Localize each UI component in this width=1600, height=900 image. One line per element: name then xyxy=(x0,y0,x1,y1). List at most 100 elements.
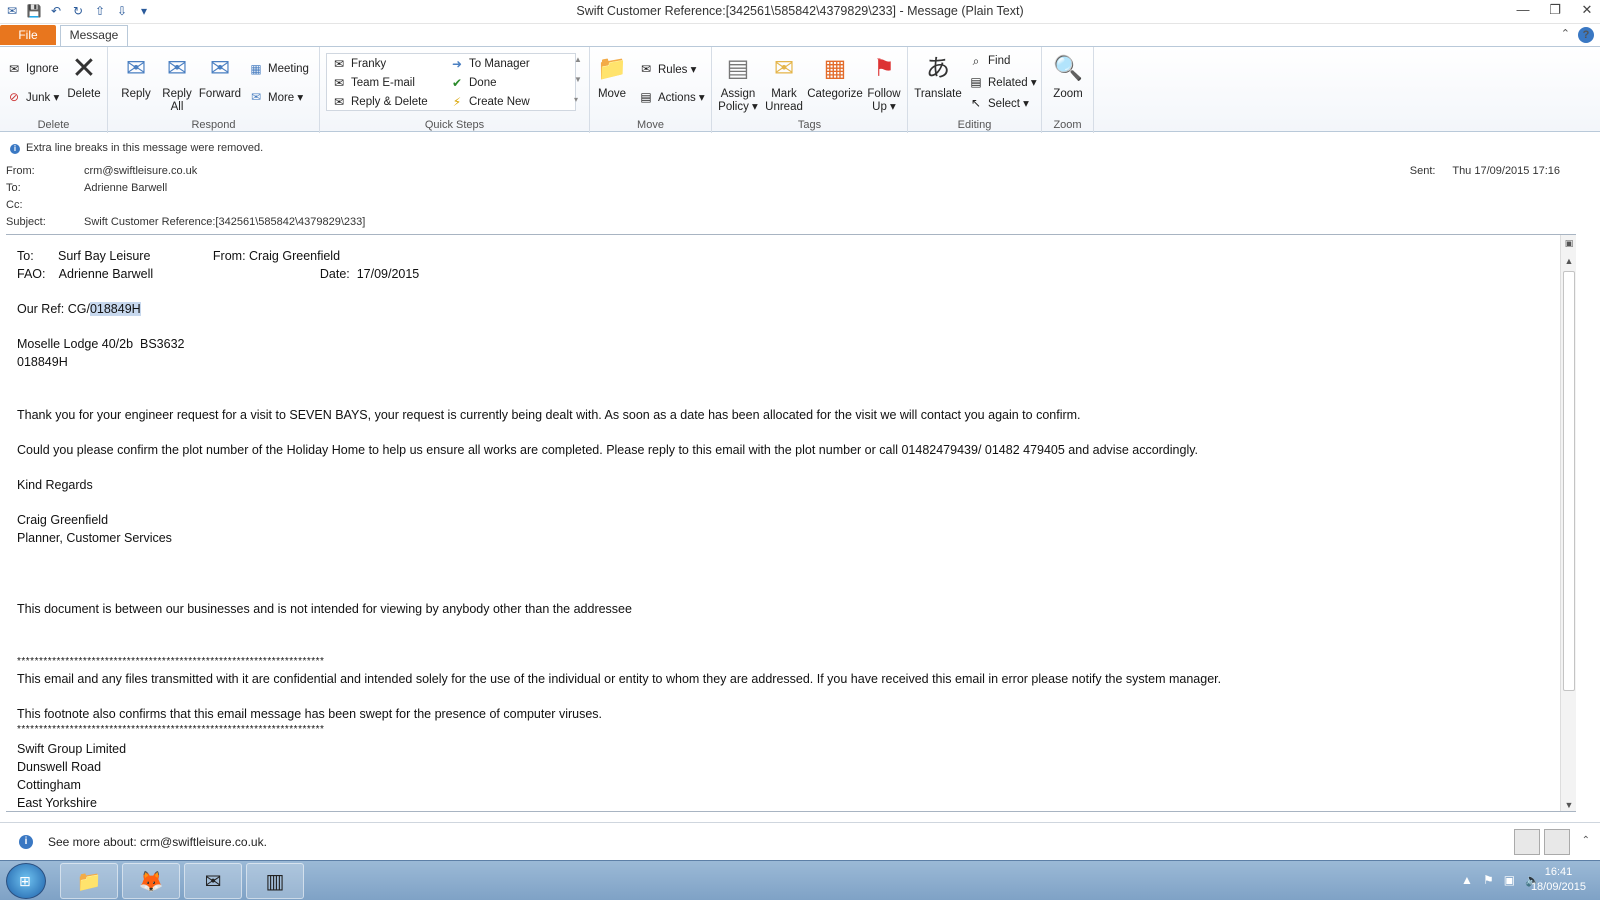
body-line: This email and any files transmitted wit… xyxy=(17,672,1222,686)
action-center-flag-icon[interactable]: ⚑ xyxy=(1483,873,1494,887)
tags-group-label: Tags xyxy=(797,119,822,131)
body-line: East Yorkshire xyxy=(17,796,97,810)
delete-icon: ✕ xyxy=(71,52,97,85)
junk-button[interactable]: ⊘ Junk ▾ xyxy=(6,89,59,105)
reply-all-button[interactable]: ✉ Reply All xyxy=(158,53,196,114)
quick-step-reply-delete[interactable]: ✉ Reply & Delete xyxy=(331,94,428,110)
delete-button[interactable]: ✕ Delete xyxy=(66,53,102,101)
meeting-button[interactable]: ▦ Meeting xyxy=(248,61,309,77)
quick-steps-label: Quick Steps xyxy=(424,119,485,131)
minimize-button[interactable]: — xyxy=(1516,2,1530,18)
people-pane-text[interactable]: See more about: crm@swiftleisure.co.uk. xyxy=(48,835,267,849)
tab-file[interactable]: File xyxy=(0,25,56,45)
sent-value: Thu 17/09/2015 17:16 xyxy=(1452,165,1560,177)
to-value[interactable]: Adrienne Barwell xyxy=(84,182,167,194)
categorize-icon: ▦ xyxy=(823,55,847,82)
delete-group-label: Delete xyxy=(37,119,70,131)
quick-step-done[interactable]: ✔ Done xyxy=(449,75,497,91)
restore-button[interactable]: ❐ xyxy=(1548,2,1562,18)
show-hidden-icons[interactable]: ▲ xyxy=(1461,873,1473,887)
ignore-button[interactable]: ✉ Ignore xyxy=(6,61,59,77)
explorer-taskbar-button[interactable]: 📁 xyxy=(60,863,118,899)
categorize-button[interactable]: ▦ Categorize xyxy=(806,53,864,101)
collapse-ribbon-icon[interactable]: ⌃ xyxy=(1561,27,1570,43)
quick-steps-expand[interactable]: ▾ xyxy=(574,95,578,104)
start-button[interactable]: ⊞ xyxy=(6,863,46,899)
scroll-up-icon[interactable]: ▲ xyxy=(1561,253,1576,269)
vertical-scrollbar[interactable]: ▣ ▲ ▼ xyxy=(1560,235,1576,811)
body-line: This document is between our businesses … xyxy=(17,602,632,616)
zoom-group: 🔍 Zoom Zoom xyxy=(1042,47,1094,133)
quick-step-icon: ✉ xyxy=(333,57,345,71)
to-label: To: xyxy=(6,182,21,194)
avatar[interactable] xyxy=(1514,829,1540,855)
folder-icon: 📁 xyxy=(597,55,627,82)
quick-step-to-manager[interactable]: ➜ To Manager xyxy=(449,56,530,72)
scroll-down-icon[interactable]: ▼ xyxy=(1561,797,1576,811)
clock-time: 16:41 xyxy=(1544,866,1573,878)
more-button[interactable]: ✉ More ▾ xyxy=(248,89,303,105)
info-icon: i xyxy=(19,835,33,849)
scrollbar-thumb[interactable] xyxy=(1563,271,1575,691)
quick-step-franky[interactable]: ✉ Franky xyxy=(331,56,386,72)
forward-button[interactable]: ✉ Forward xyxy=(198,53,242,101)
related-icon: ▤ xyxy=(970,75,982,89)
close-button[interactable]: ✕ xyxy=(1580,2,1594,18)
policy-icon: ▤ xyxy=(726,55,750,82)
quick-step-team-email[interactable]: ✉ Team E-mail xyxy=(331,75,415,91)
check-icon: ✔ xyxy=(451,76,463,90)
reply-button[interactable]: ✉ Reply xyxy=(116,53,156,101)
quick-steps-scroll-down[interactable]: ▼ xyxy=(574,75,582,84)
zoom-button[interactable]: 🔍 Zoom xyxy=(1048,53,1088,101)
actions-button[interactable]: ▤ Actions ▾ xyxy=(638,89,704,105)
mark-unread-button[interactable]: ✉ Mark Unread xyxy=(764,53,804,114)
expand-pane-icon[interactable]: ⌃ xyxy=(1582,835,1590,846)
quick-steps-group: ✉ Franky ✉ Team E-mail ✉ Reply & Delete … xyxy=(320,47,590,133)
related-button[interactable]: ▤ Related ▾ xyxy=(968,74,1036,90)
title-bar: ✉ 💾 ↶ ↻ ⇧ ⇩ ▾ Swift Customer Reference:[… xyxy=(0,0,1600,24)
system-tray: ▲ ⚑ ▣ 🔈 xyxy=(1461,873,1540,887)
people-pane: i See more about: crm@swiftleisure.co.uk… xyxy=(0,822,1600,860)
move-button[interactable]: 📁 Move xyxy=(594,53,630,101)
separator-line: ****************************************… xyxy=(17,724,325,735)
magnifier-icon: 🔍 xyxy=(1053,55,1083,82)
network-icon[interactable]: ▣ xyxy=(1504,873,1515,887)
rules-icon: ✉ xyxy=(640,62,652,76)
outlook-taskbar-button[interactable]: ✉ xyxy=(184,863,242,899)
firefox-taskbar-button[interactable]: 🦊 xyxy=(122,863,180,899)
firefox-icon: 🦊 xyxy=(138,871,164,893)
find-button[interactable]: ⌕ Find xyxy=(968,53,1011,69)
translate-button[interactable]: あ Translate xyxy=(914,53,962,101)
body-line: Cottingham xyxy=(17,778,81,792)
info-icon: i xyxy=(10,144,20,154)
body-line: Kind Regards xyxy=(17,478,93,492)
window-title: Swift Customer Reference:[342561\585842\… xyxy=(576,4,1024,18)
folder-icon: 📁 xyxy=(76,871,102,893)
select-button[interactable]: ↖ Select ▾ xyxy=(968,95,1029,111)
cc-label: Cc: xyxy=(6,199,23,211)
body-line: Planner, Customer Services xyxy=(17,531,172,545)
windows-icon: ⊞ xyxy=(19,873,31,889)
message-body[interactable]: To: Surf Bay Leisure From: Craig Greenfi… xyxy=(6,234,1576,812)
reply-delete-icon: ✉ xyxy=(333,95,345,109)
tab-message[interactable]: Message xyxy=(60,25,128,46)
lightning-icon: ⚡ xyxy=(452,95,462,109)
quick-steps-scroll-up[interactable]: ▲ xyxy=(574,55,582,64)
forward-icon: ✉ xyxy=(209,55,231,82)
clock[interactable]: 16:41 18/09/2015 xyxy=(1531,865,1586,895)
clock-date: 18/09/2015 xyxy=(1530,881,1586,893)
sent-row: Sent: Thu 17/09/2015 17:16 xyxy=(1410,165,1560,177)
follow-up-button[interactable]: ⚑ Follow Up ▾ xyxy=(864,53,904,114)
move-group: 📁 Move ✉ Rules ▾ ▤ Actions ▾ Move xyxy=(590,47,712,133)
rules-button[interactable]: ✉ Rules ▾ xyxy=(638,61,696,77)
help-icon[interactable]: ? xyxy=(1578,27,1594,43)
body-line: Thank you for your engineer request for … xyxy=(17,408,1081,422)
quick-step-create-new[interactable]: ⚡ Create New xyxy=(449,94,530,110)
sage-taskbar-button[interactable]: ▥ xyxy=(246,863,304,899)
from-value[interactable]: crm@swiftleisure.co.uk xyxy=(84,165,197,177)
avatar[interactable] xyxy=(1544,829,1570,855)
ribbon: ✉ Ignore ⊘ Junk ▾ ✕ Delete Delete ✉ Repl… xyxy=(0,46,1600,133)
assign-policy-button[interactable]: ▤ Assign Policy ▾ xyxy=(718,53,758,114)
sent-label: Sent: xyxy=(1409,165,1436,177)
quick-steps-gallery: ✉ Franky ✉ Team E-mail ✉ Reply & Delete … xyxy=(326,53,576,111)
